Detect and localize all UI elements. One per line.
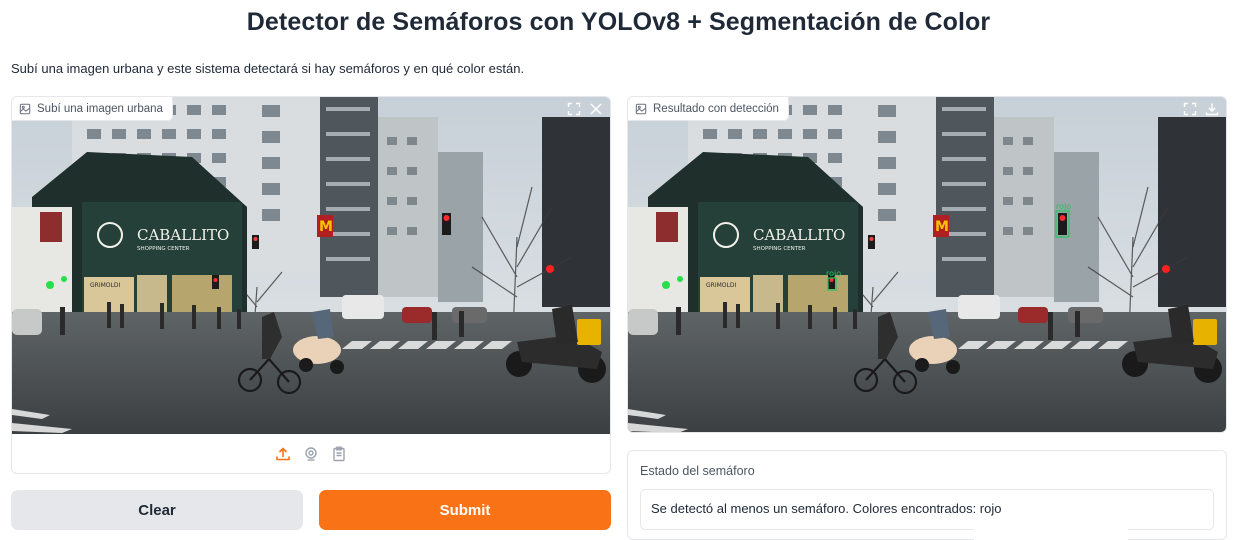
output-image-panel: rojo rojo Resultado con detección <box>627 96 1227 433</box>
output-image: rojo rojo <box>628 97 1226 432</box>
close-icon <box>590 103 602 115</box>
output-image-label: Resultado con detección <box>628 97 789 121</box>
paste-clipboard-button[interactable] <box>330 445 348 463</box>
status-textbox[interactable]: Se detectó al menos un semáforo. Colores… <box>640 489 1214 530</box>
fullscreen-icon <box>1183 102 1197 116</box>
input-image-panel[interactable]: Subí una imagen urbana <box>11 96 611 474</box>
download-button[interactable] <box>1202 99 1222 119</box>
overlay-patch <box>974 528 1128 540</box>
input-image <box>12 97 610 434</box>
status-output-box: Estado del semáforo Se detectó al menos … <box>627 450 1227 540</box>
page-description: Subí una imagen urbana y este sistema de… <box>11 61 525 76</box>
status-label: Estado del semáforo <box>640 464 755 478</box>
upload-icon <box>276 447 290 461</box>
image-icon <box>635 103 647 114</box>
input-image-label-text: Subí una imagen urbana <box>37 102 163 115</box>
image-source-bar <box>12 434 610 473</box>
fullscreen-button[interactable] <box>564 99 584 119</box>
upload-button[interactable] <box>274 445 292 463</box>
clear-image-button[interactable] <box>586 99 606 119</box>
output-image-label-text: Resultado con detección <box>653 102 779 115</box>
submit-button[interactable]: Submit <box>319 490 611 530</box>
fullscreen-button[interactable] <box>1180 99 1200 119</box>
input-image-label: Subí una imagen urbana <box>12 97 173 121</box>
clipboard-icon <box>333 446 345 462</box>
detection-label: rojo <box>1056 202 1071 211</box>
detection-label: rojo <box>826 269 841 278</box>
webcam-button[interactable] <box>302 445 320 463</box>
clear-button[interactable]: Clear <box>11 490 303 530</box>
image-icon <box>19 103 31 114</box>
download-icon <box>1205 103 1219 116</box>
page-title: Detector de Semáforos con YOLOv8 + Segme… <box>246 8 991 36</box>
fullscreen-icon <box>567 102 581 116</box>
webcam-icon <box>305 447 317 461</box>
